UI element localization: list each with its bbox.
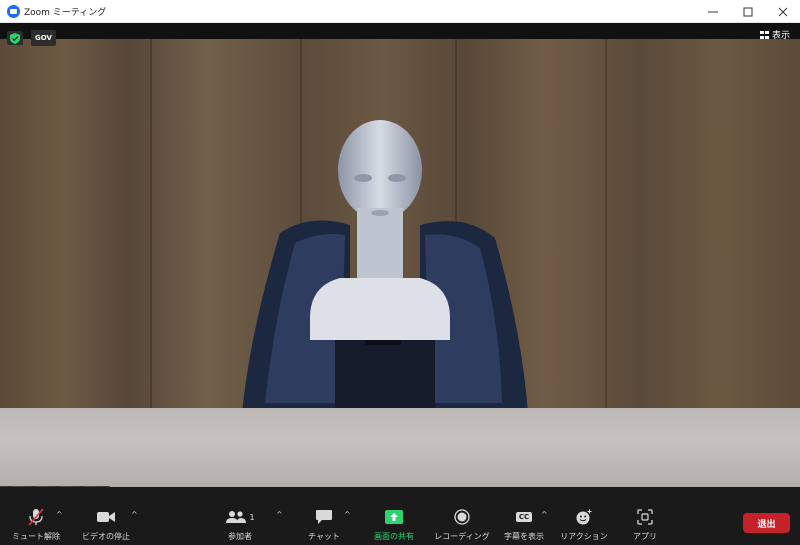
maximize-button[interactable] — [730, 0, 765, 23]
share-screen-label: 画面の共有 — [374, 532, 414, 541]
gov-badge[interactable]: GOV — [31, 30, 56, 46]
participants-count: 1 — [249, 512, 255, 522]
encryption-shield-badge[interactable] — [7, 31, 23, 45]
chat-label: チャット — [308, 532, 340, 541]
participants-options-caret[interactable]: ^ — [276, 510, 283, 519]
apps-icon — [637, 508, 653, 526]
reactions-button[interactable]: リアクション — [560, 508, 608, 542]
chat-options-caret[interactable]: ^ — [344, 510, 351, 519]
reactions-label: リアクション — [560, 532, 608, 541]
participant-name-label-blurred — [0, 486, 110, 487]
meeting-toolbar: ミュート解除 ^ ビデオの停止 ^ 1 参加者 ^ チャット ^ 画面の共有 レ… — [0, 500, 800, 545]
grid-view-icon — [759, 30, 769, 39]
reaction-smiley-icon — [575, 508, 593, 526]
close-icon — [778, 7, 787, 16]
apps-label: アプリ — [633, 532, 657, 541]
window-titlebar: Zoom ミーティング — [0, 0, 800, 23]
record-label: レコーディング — [434, 532, 490, 541]
audio-options-caret[interactable]: ^ — [56, 510, 63, 519]
chat-button[interactable]: チャット — [306, 508, 342, 542]
share-screen-button[interactable]: 画面の共有 — [368, 508, 420, 542]
show-captions-label: 字幕を表示 — [504, 532, 544, 541]
shield-icon — [10, 32, 20, 44]
record-button[interactable]: レコーディング — [434, 508, 490, 542]
unmute-button[interactable]: ミュート解除 — [10, 508, 62, 542]
minimize-icon — [707, 11, 718, 12]
chat-bubble-icon — [315, 508, 333, 526]
participants-icon-group: 1 — [225, 508, 255, 526]
desk-surface — [0, 408, 800, 487]
closed-captions-icon: CC — [515, 508, 533, 526]
muted-microphone-icon — [28, 508, 44, 526]
people-icon — [226, 511, 247, 523]
record-icon — [454, 508, 470, 526]
video-top-strip — [0, 23, 800, 39]
participants-label: 参加者 — [228, 532, 252, 541]
stop-video-button[interactable]: ビデオの停止 — [78, 508, 134, 542]
captions-options-caret[interactable]: ^ — [541, 510, 548, 519]
window-title: Zoom ミーティング — [24, 7, 107, 18]
cc-icon-text: CC — [515, 512, 533, 522]
mannequin-head-image — [310, 120, 450, 340]
participants-button[interactable]: 1 参加者 — [222, 508, 258, 542]
stop-video-label: ビデオの停止 — [82, 532, 130, 541]
close-button[interactable] — [765, 0, 800, 23]
video-camera-icon — [96, 508, 116, 526]
minimize-button[interactable] — [695, 0, 730, 23]
video-options-caret[interactable]: ^ — [131, 510, 138, 519]
apps-button[interactable]: アプリ — [628, 508, 662, 542]
zoom-logo-icon — [7, 4, 20, 18]
view-button[interactable]: 表示 — [759, 28, 790, 41]
share-screen-icon — [385, 508, 403, 526]
window-controls — [695, 0, 800, 23]
wall-panel-seam — [150, 39, 152, 419]
view-label: 表示 — [771, 31, 790, 41]
maximize-icon — [743, 7, 752, 16]
video-feed[interactable]: GOV 表示 — [0, 23, 800, 487]
wall-panel-seam — [605, 39, 607, 419]
leave-meeting-button[interactable]: 退出 — [743, 513, 790, 533]
unmute-label: ミュート解除 — [12, 532, 60, 541]
